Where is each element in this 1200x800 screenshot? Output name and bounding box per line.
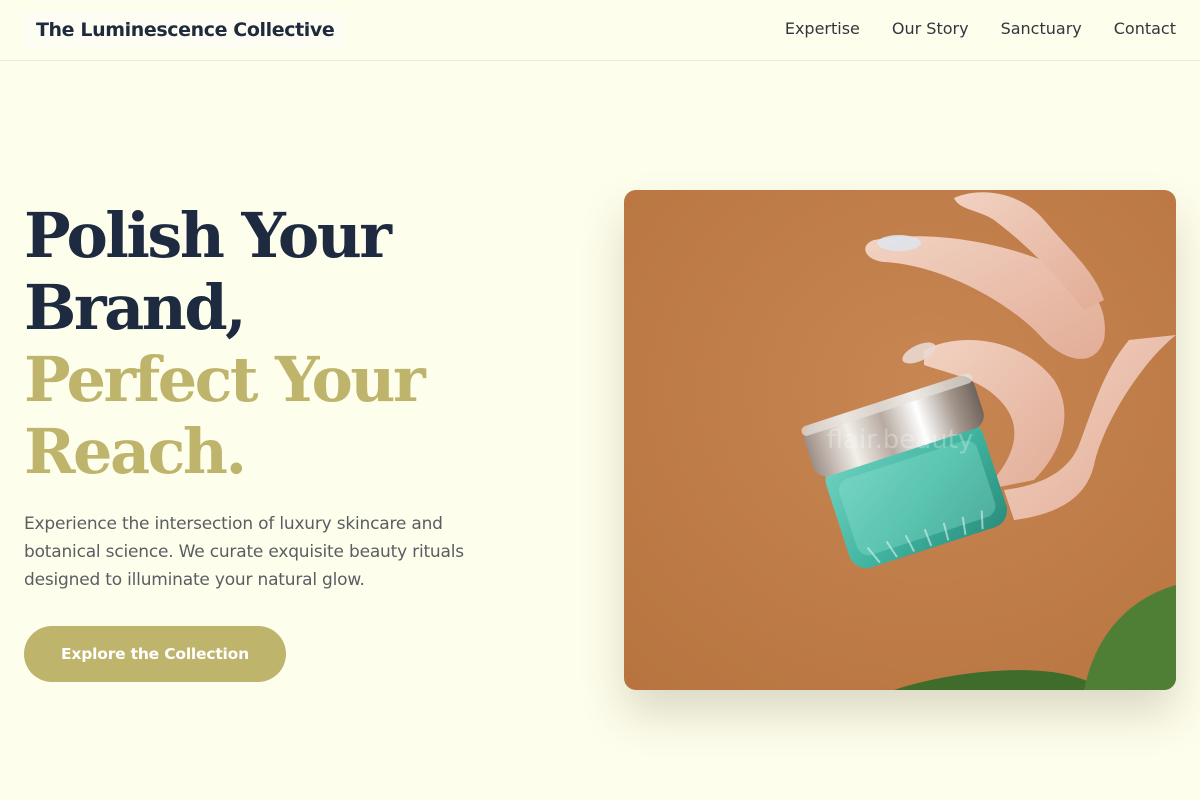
hero-title-line-4: Reach. xyxy=(24,415,247,488)
explore-collection-button[interactable]: Explore the Collection xyxy=(24,626,286,682)
image-watermark: flair.beauty xyxy=(826,425,974,455)
hero-title-line-2: Brand, xyxy=(24,271,247,344)
hero-title: Polish Your Brand, Perfect Your Reach. xyxy=(24,200,544,488)
nav-link-contact[interactable]: Contact xyxy=(1114,19,1176,38)
site-header: The Luminescence Collective Expertise Ou… xyxy=(0,0,1200,61)
brand-logo[interactable]: The Luminescence Collective xyxy=(24,12,347,48)
hero-description: Experience the intersection of luxury sk… xyxy=(24,514,464,590)
hero-title-line-1: Polish Your xyxy=(24,199,392,272)
main-nav: Expertise Our Story Sanctuary Contact xyxy=(785,19,1176,38)
nav-link-our-story[interactable]: Our Story xyxy=(892,19,969,38)
nav-link-sanctuary[interactable]: Sanctuary xyxy=(1001,19,1082,38)
hero-product-image: flair.beauty xyxy=(624,190,1176,690)
hero-title-line-3: Perfect Your xyxy=(24,343,426,416)
nav-link-expertise[interactable]: Expertise xyxy=(785,19,860,38)
